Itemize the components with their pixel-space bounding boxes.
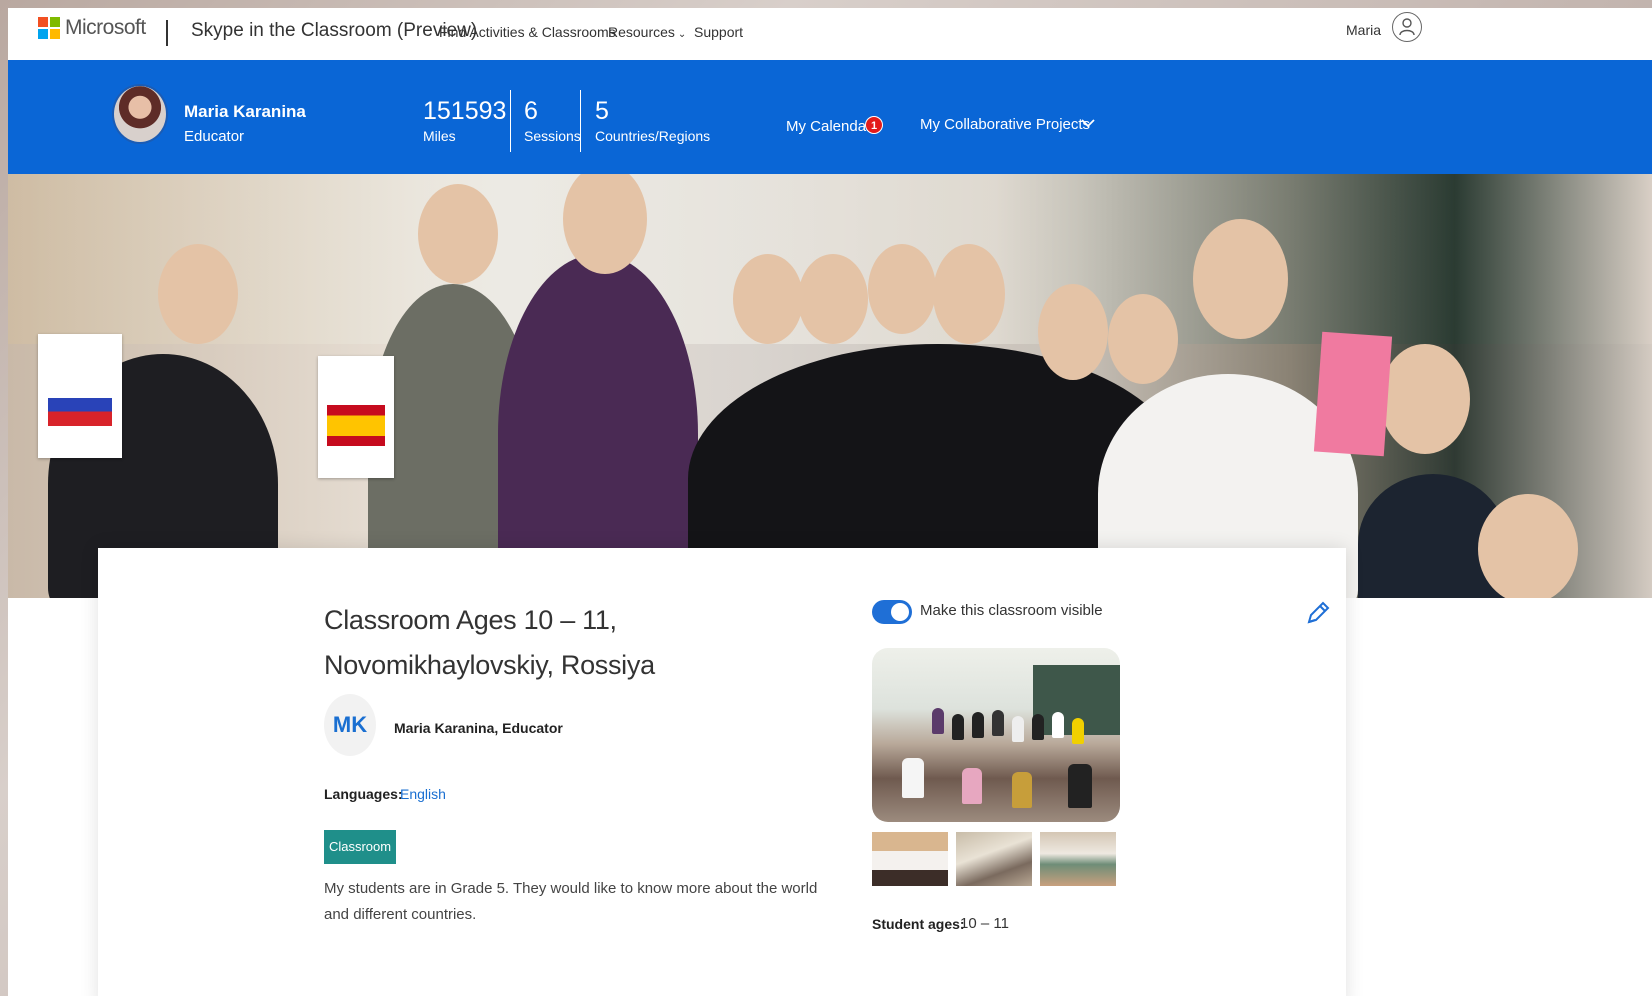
calendar-notification-badge: 1 — [865, 116, 883, 134]
profile-name[interactable]: Maria Karanina — [184, 102, 306, 122]
photo-figure — [1380, 344, 1470, 454]
nav-divider — [166, 20, 168, 46]
stat-label: Miles — [423, 128, 456, 144]
visibility-toggle[interactable] — [872, 600, 912, 624]
stat-value: 151593 — [423, 97, 507, 125]
classroom-description: My students are in Grade 5. They would l… — [324, 880, 818, 923]
photo-figure — [1032, 714, 1044, 740]
user-name[interactable]: Maria — [1346, 22, 1381, 38]
stat-value: 6 — [524, 97, 538, 125]
page: Microsoft Skype in the Classroom (Previe… — [8, 8, 1652, 996]
hero-photo — [8, 174, 1652, 598]
stat-miles: 151593 Miles — [423, 96, 506, 144]
photo-poster — [1313, 331, 1393, 457]
photo-figure — [992, 710, 1004, 736]
photo-figure — [1052, 712, 1064, 738]
nav-link-label: Find Activities & Classrooms — [439, 24, 616, 40]
spanish-flag-image — [318, 356, 394, 478]
stat-label: Countries/Regions — [595, 128, 711, 144]
photo-figure — [1068, 764, 1092, 808]
microsoft-logo-icon[interactable] — [38, 17, 60, 39]
photo-figure — [962, 768, 982, 804]
classroom-title: Classroom Ages 10 – 11, Novomikhaylovski… — [324, 605, 655, 680]
nav-link-resources[interactable]: Resources ⌄ — [608, 24, 686, 40]
nav-link-support[interactable]: Support — [694, 24, 743, 40]
stat-value: 5 — [595, 97, 609, 125]
brand-name[interactable]: Microsoft — [65, 16, 146, 40]
owner-name[interactable]: Maria Karanina, Educator — [394, 720, 563, 736]
photo-figure — [868, 244, 936, 334]
classroom-main-photo[interactable] — [872, 648, 1120, 822]
profile-stats-bar: Maria Karanina Educator 151593 Miles 6 S… — [8, 60, 1652, 174]
photo-figure — [798, 254, 868, 344]
my-projects-dropdown[interactable]: My Collaborative Projects — [920, 116, 1090, 133]
photo-figure — [1478, 494, 1578, 598]
my-calendar-link[interactable]: My Calendar — [786, 118, 871, 135]
photo-figure — [932, 708, 944, 734]
russian-flag-image — [38, 334, 122, 458]
photo-figure — [1193, 219, 1288, 339]
photo-figure — [902, 758, 924, 798]
languages-value[interactable]: English — [400, 786, 446, 802]
nav-link-find-activities[interactable]: Find Activities & Classrooms — [439, 24, 616, 40]
classroom-card: Classroom Ages 10 – 11, Novomikhaylovski… — [98, 548, 1346, 996]
classroom-thumbnail[interactable] — [956, 832, 1032, 886]
nav-link-label: Support — [694, 24, 744, 40]
photo-figure — [1108, 294, 1178, 384]
pencil-icon[interactable] — [1304, 600, 1330, 633]
stat-countries: 5 Countries/Regions — [595, 96, 710, 144]
classroom-thumbnail[interactable] — [1040, 832, 1116, 886]
photo-figure — [733, 254, 803, 344]
stat-sessions: 6 Sessions — [524, 96, 581, 144]
user-icon[interactable] — [1392, 12, 1422, 42]
chevron-down-icon: ⌄ — [677, 29, 687, 40]
profile-role: Educator — [184, 128, 245, 145]
photo-figure — [1012, 772, 1032, 808]
chevron-down-icon[interactable] — [1080, 116, 1096, 135]
student-ages-label: Student ages: — [872, 916, 965, 932]
owner-avatar[interactable]: MK — [324, 694, 376, 756]
classroom-thumbnail[interactable] — [872, 832, 948, 886]
stat-divider — [510, 90, 511, 152]
top-nav: Microsoft Skype in the Classroom (Previe… — [8, 8, 1652, 62]
languages-label: Languages: — [324, 786, 403, 802]
photo-figure — [952, 714, 964, 740]
photo-figure — [972, 712, 984, 738]
student-ages-value: 10 – 11 — [960, 915, 1009, 932]
photo-figure — [1038, 284, 1108, 380]
product-title[interactable]: Skype in the Classroom (Preview) — [191, 20, 477, 42]
photo-figure — [1072, 718, 1084, 744]
photo-figure — [1012, 716, 1024, 742]
classroom-tag: Classroom — [324, 830, 396, 864]
photo-figure — [158, 244, 238, 344]
toggle-knob — [891, 603, 909, 621]
profile-avatar[interactable] — [112, 84, 168, 144]
photo-figure — [933, 244, 1005, 344]
stat-label: Sessions — [524, 128, 581, 144]
stat-divider — [580, 90, 581, 152]
subjects-text-cutoff — [872, 950, 1112, 962]
photo-figure — [498, 254, 698, 598]
photo-figure — [418, 184, 498, 284]
subjects-row-cutoff — [872, 950, 1112, 962]
nav-link-label: Resources — [608, 24, 675, 40]
visibility-toggle-label: Make this classroom visible — [920, 602, 1103, 619]
